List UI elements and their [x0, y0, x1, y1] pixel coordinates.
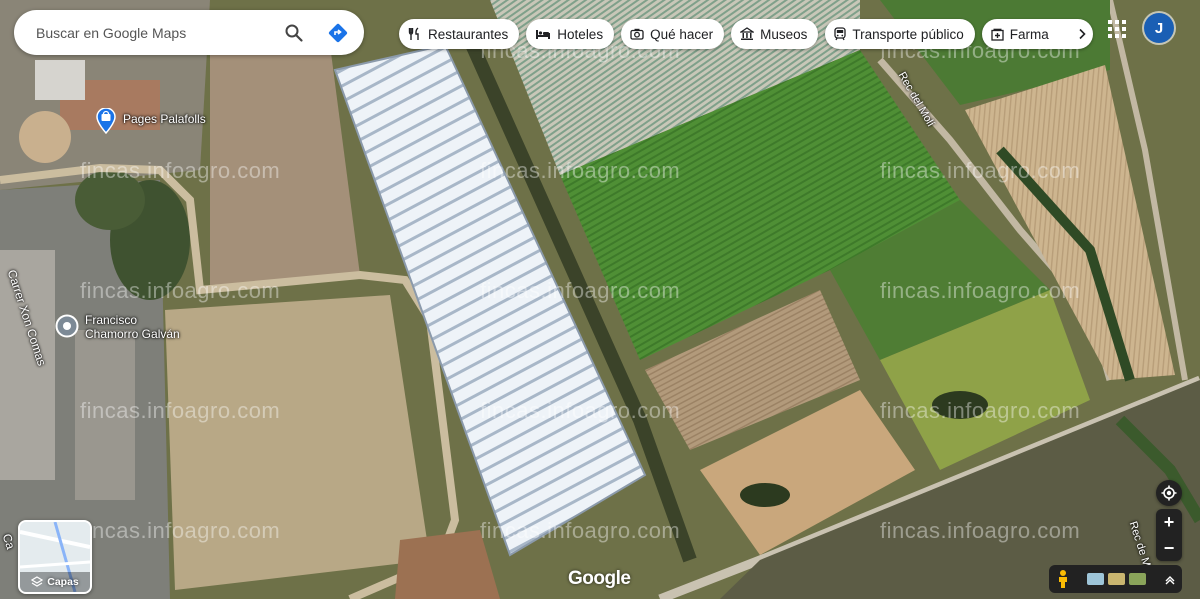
watermark: fincas.infoagro.com	[480, 278, 681, 303]
place-label-line1: Francisco	[85, 313, 138, 327]
watermark: fincas.infoagro.com	[880, 518, 1081, 543]
chip-label: Hoteles	[557, 26, 604, 42]
directions-button[interactable]	[316, 11, 360, 55]
directions-icon	[328, 23, 348, 42]
search-icon	[285, 24, 303, 42]
zoom-out-button[interactable]: −	[1156, 535, 1182, 561]
layers-icon	[31, 576, 44, 587]
shopping-bag-pin-icon	[96, 108, 116, 134]
imagery-thumbnail-1[interactable]	[1087, 573, 1104, 585]
chip-transporte-publico[interactable]: Transporte público	[825, 19, 975, 49]
museum-icon	[740, 27, 755, 40]
search-box	[14, 9, 364, 56]
pharmacy-icon	[991, 28, 1004, 41]
layers-text: Capas	[47, 576, 79, 588]
watermark: fincas.infoagro.com	[480, 398, 681, 423]
restaurant-icon	[408, 27, 419, 40]
chip-farmacias[interactable]: Farma	[981, 19, 1093, 49]
camera-icon	[630, 28, 644, 40]
chip-label: Museos	[760, 26, 808, 42]
pegman-icon[interactable]	[1055, 569, 1071, 589]
chevron-right-icon[interactable]	[1077, 28, 1087, 40]
place-label: Pages Palafolls	[123, 112, 206, 126]
apps-grid-icon[interactable]	[1106, 18, 1128, 40]
my-location-icon	[1161, 485, 1177, 501]
zoom-in-button[interactable]: +	[1156, 509, 1182, 535]
train-icon	[834, 27, 847, 41]
place-label-line2: Chamorro Galván	[85, 327, 180, 341]
chip-label: Farma	[1009, 26, 1049, 42]
chip-label: Qué hacer	[650, 26, 714, 42]
bottom-toolbar	[1049, 565, 1182, 593]
watermark: fincas.infoagro.com	[80, 158, 281, 183]
watermark: fincas.infoagro.com	[880, 398, 1081, 423]
search-button[interactable]	[272, 11, 316, 55]
my-location-button[interactable]	[1156, 480, 1182, 506]
chevron-up-icon[interactable]	[1164, 573, 1176, 585]
google-logo: Google	[568, 568, 631, 589]
layers-label: Capas	[20, 576, 90, 588]
watermark: fincas.infoagro.com	[80, 398, 281, 423]
layers-button[interactable]: Capas	[18, 520, 92, 594]
imagery-thumbnail-3[interactable]	[1129, 573, 1146, 585]
hotel-icon	[536, 30, 551, 39]
chip-que-hacer[interactable]: Qué hacer	[621, 19, 725, 49]
watermark: fincas.infoagro.com	[880, 158, 1081, 183]
watermark: fincas.infoagro.com	[80, 518, 281, 543]
place-pin-icon	[55, 314, 79, 338]
chip-label: Restaurantes	[428, 26, 509, 42]
category-chips: Restaurantes Hoteles Qué hacer Museos Tr…	[399, 19, 1093, 49]
watermark: fincas.infoagro.com	[480, 158, 681, 183]
chip-hoteles[interactable]: Hoteles	[526, 19, 615, 49]
watermark: fincas.infoagro.com	[80, 278, 281, 303]
watermark: fincas.infoagro.com	[880, 278, 1081, 303]
account-avatar[interactable]: J	[1144, 13, 1174, 43]
chip-restaurantes[interactable]: Restaurantes	[399, 19, 520, 49]
search-input[interactable]	[14, 9, 272, 56]
watermark: fincas.infoagro.com	[480, 518, 681, 543]
chip-museos[interactable]: Museos	[731, 19, 819, 49]
zoom-controls: + −	[1156, 509, 1182, 561]
imagery-thumbnail-2[interactable]	[1108, 573, 1125, 585]
chip-label: Transporte público	[852, 26, 964, 42]
